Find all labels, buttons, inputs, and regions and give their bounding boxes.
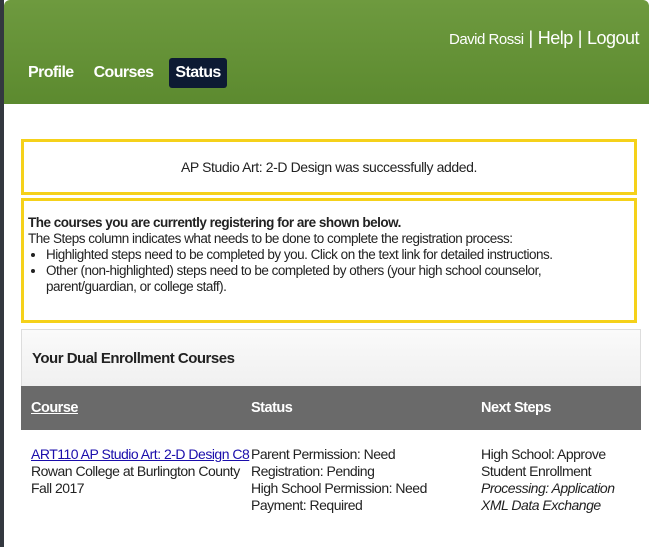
help-link[interactable]: Help	[538, 28, 574, 48]
column-header-next-steps: Next Steps	[481, 400, 551, 416]
separator: |	[528, 28, 534, 48]
separator: |	[577, 28, 583, 48]
status-cell: Parent Permission: Need Registration: Pe…	[251, 446, 481, 514]
next-step-processing: Processing: Application XML Data Exchang…	[481, 480, 615, 513]
header-bar: David Rossi | Help | Logout Profile Courses …	[4, 0, 649, 104]
user-name: David Rossi	[449, 31, 524, 48]
next-steps-cell: High School: Approve Student Enrollment …	[481, 446, 641, 514]
status-high-school-permission: High School Permission: Need	[251, 480, 427, 496]
status-payment: Payment: Required	[251, 497, 363, 513]
registration-info-panel: The courses you are currently registerin…	[21, 198, 637, 323]
course-term: Fall 2017	[31, 480, 85, 496]
column-header-status: Status	[251, 400, 293, 416]
nav-tab-courses[interactable]: Courses	[88, 58, 160, 88]
dual-enrollment-courses-section: Your Dual Enrollment Courses Course Stat…	[21, 329, 641, 547]
status-registration: Registration: Pending	[251, 463, 375, 479]
course-cell: ART110 AP Studio Art: 2-D Design C8 Rowa…	[21, 446, 251, 514]
nav-tab-profile[interactable]: Profile	[22, 58, 80, 88]
logout-link[interactable]: Logout	[587, 28, 640, 48]
courses-section-title: Your Dual Enrollment Courses	[21, 329, 641, 386]
nav-tab-status[interactable]: Status	[169, 58, 227, 88]
info-bullet-list: Highlighted steps need to be completed b…	[28, 247, 630, 295]
main-nav: Profile Courses Status	[22, 58, 235, 88]
user-links: David Rossi | Help | Logout	[449, 28, 640, 49]
table-row: ART110 AP Studio Art: 2-D Design C8 Rowa…	[21, 430, 641, 514]
info-subheading: The Steps column indicates what needs to…	[28, 231, 513, 246]
info-bullet: Other (non-highlighted) steps need to be…	[46, 263, 630, 295]
column-header-course[interactable]: Course	[31, 400, 78, 416]
success-message-panel: AP Studio Art: 2-D Design was successful…	[21, 139, 637, 195]
info-heading: The courses you are currently registerin…	[28, 215, 401, 230]
courses-table-header: Course Status Next Steps	[21, 386, 641, 430]
status-parent-permission: Parent Permission: Need	[251, 446, 396, 462]
course-link[interactable]: ART110 AP Studio Art: 2-D Design C8	[31, 446, 250, 462]
next-step-high-school: High School: Approve Student Enrollment	[481, 446, 606, 479]
success-message: AP Studio Art: 2-D Design was successful…	[180, 159, 478, 175]
info-bullet: Highlighted steps need to be completed b…	[46, 247, 630, 263]
course-college: Rowan College at Burlington County	[31, 463, 240, 479]
